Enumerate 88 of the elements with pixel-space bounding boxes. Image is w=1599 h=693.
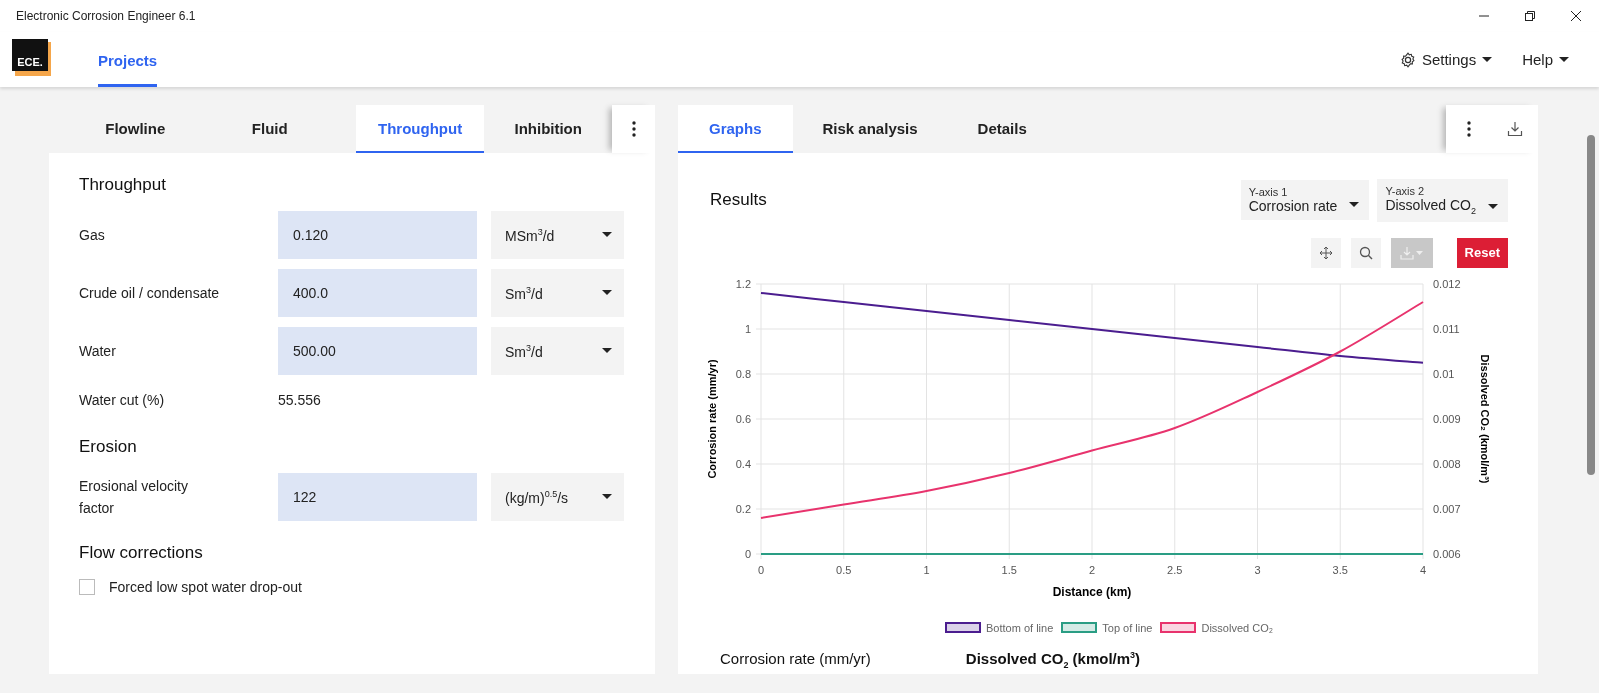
caret-icon <box>1349 202 1360 209</box>
x-tick-label: 1.5 <box>1001 563 1017 576</box>
field-label: Water <box>79 341 117 361</box>
caret-icon <box>1559 56 1569 63</box>
field-label: Crude oil / condensate <box>79 283 221 303</box>
panel-tab[interactable]: Inhibition <box>484 105 613 153</box>
y-tick-label: 0.011 <box>1433 322 1460 335</box>
y-tick-label: 0.006 <box>1433 547 1461 560</box>
x-tick-label: 3.5 <box>1332 563 1348 576</box>
y-tick-label: 0.2 <box>735 502 751 515</box>
checkbox-label: Forced low spot water drop-out <box>109 579 302 595</box>
legend-label[interactable]: Dissolved CO₂ <box>1201 621 1273 634</box>
panel-tab[interactable]: Flowline <box>87 105 184 153</box>
axis-dropdown[interactable]: Y-axis 1 Corrosion rate <box>1240 180 1370 221</box>
chart-tool-button[interactable] <box>1350 237 1381 268</box>
x-tick-label: 2 <box>1088 563 1096 576</box>
y-tick-label: 0.4 <box>735 457 751 470</box>
x-tick-label: 3 <box>1254 563 1261 576</box>
caret-icon <box>602 232 612 238</box>
menu-button[interactable]: Settings <box>1399 51 1493 68</box>
unit-dropdown[interactable]: (kg/m)$^{0.5}$/s <box>491 473 624 521</box>
y-tick-label: 1 <box>744 322 751 335</box>
search-icon <box>1358 245 1373 260</box>
x-tick-label: 0.5 <box>836 563 852 576</box>
field-label: Erosional velocity factor <box>79 476 189 518</box>
y-tick-label: 0.6 <box>735 412 751 425</box>
y-tick-label: 0 <box>744 547 751 560</box>
x-axis-title: Distance (km) <box>1052 584 1132 599</box>
more-icon <box>631 121 636 137</box>
unit-dropdown[interactable]: Sm$^{3}$/d <box>491 269 624 317</box>
x-tick-label: 0 <box>757 563 765 576</box>
more-icon <box>1467 121 1471 137</box>
field-label: Gas <box>79 225 106 245</box>
axis-dropdown[interactable]: Y-axis 2 Dissolved CO$_{2}$ <box>1377 179 1508 222</box>
chart-tool-button[interactable] <box>1310 237 1341 268</box>
y-tick-label: 0.009 <box>1433 412 1461 425</box>
x-tick-label: 4 <box>1419 563 1427 576</box>
y-tick-label: 0.007 <box>1433 502 1461 515</box>
nav-tab[interactable]: Projects <box>98 36 158 87</box>
legend-label[interactable]: Top of line <box>1102 621 1153 634</box>
reset-button[interactable]: Reset <box>1456 237 1508 268</box>
y-axis-title: Dissolved CO₂ (kmol/m³) <box>1479 354 1491 484</box>
close-icon[interactable] <box>1571 11 1581 21</box>
panel-tab[interactable]: Throughput <box>356 105 485 153</box>
caret-icon <box>602 348 612 354</box>
input-field[interactable]: 0.120 <box>278 211 477 259</box>
more-button[interactable] <box>612 105 655 153</box>
field-label: Water cut (%) <box>79 390 166 410</box>
unit-dropdown[interactable]: Sm$^{3}$/d <box>491 327 624 375</box>
y-axis-title: Corrosion rate (mm/yr) <box>706 359 718 479</box>
results-heading: Results <box>710 190 768 211</box>
caret-icon <box>1416 250 1424 255</box>
summary-heading: Corrosion rate (mm/yr) <box>720 649 871 669</box>
section-heading: Erosion <box>79 437 138 457</box>
download-icon <box>1400 245 1415 260</box>
caret-icon <box>602 290 612 296</box>
input-field[interactable]: 122 <box>278 473 477 521</box>
caret-icon <box>602 494 612 500</box>
panel-tab[interactable]: Risk analysis <box>792 105 948 153</box>
settings-icon <box>1399 51 1416 68</box>
app-logo: ECE. <box>12 39 48 71</box>
y-tick-label: 0.012 <box>1433 277 1461 290</box>
legend-label[interactable]: Bottom of line <box>986 621 1054 634</box>
y-tick-label: 1.2 <box>735 277 751 290</box>
download-icon <box>1507 121 1523 137</box>
input-field[interactable]: 400.0 <box>278 269 477 317</box>
field-value: 55.556 <box>278 392 322 408</box>
menu-button[interactable]: Help <box>1522 51 1569 68</box>
panel-tab[interactable]: Graphs <box>678 105 793 153</box>
summary-heading: Dissolved CO$_{2}$ (kmol/m$^{3}$) <box>965 649 1141 670</box>
restore-icon[interactable] <box>1525 11 1535 21</box>
scrollbar-thumb[interactable] <box>1587 135 1595 475</box>
panel-tab[interactable]: Fluid <box>221 105 319 153</box>
x-tick-label: 1 <box>923 563 930 576</box>
section-heading: Throughput <box>79 175 167 195</box>
panel-tab[interactable]: Details <box>947 105 1057 153</box>
input-field[interactable]: 500.00 <box>278 327 477 375</box>
checkbox[interactable] <box>79 579 95 595</box>
move-icon <box>1318 245 1333 260</box>
window-title: Electronic Corrosion Engineer 6.1 <box>16 9 197 23</box>
x-tick-label: 2.5 <box>1167 563 1183 576</box>
section-heading: Flow corrections <box>79 543 204 563</box>
y-tick-label: 0.008 <box>1433 457 1461 470</box>
y-tick-label: 0.01 <box>1433 367 1455 380</box>
caret-icon <box>1482 56 1493 63</box>
caret-icon <box>1488 203 1498 210</box>
y-tick-label: 0.8 <box>735 367 751 380</box>
unit-dropdown[interactable]: MSm$^{3}$/d <box>491 211 624 259</box>
